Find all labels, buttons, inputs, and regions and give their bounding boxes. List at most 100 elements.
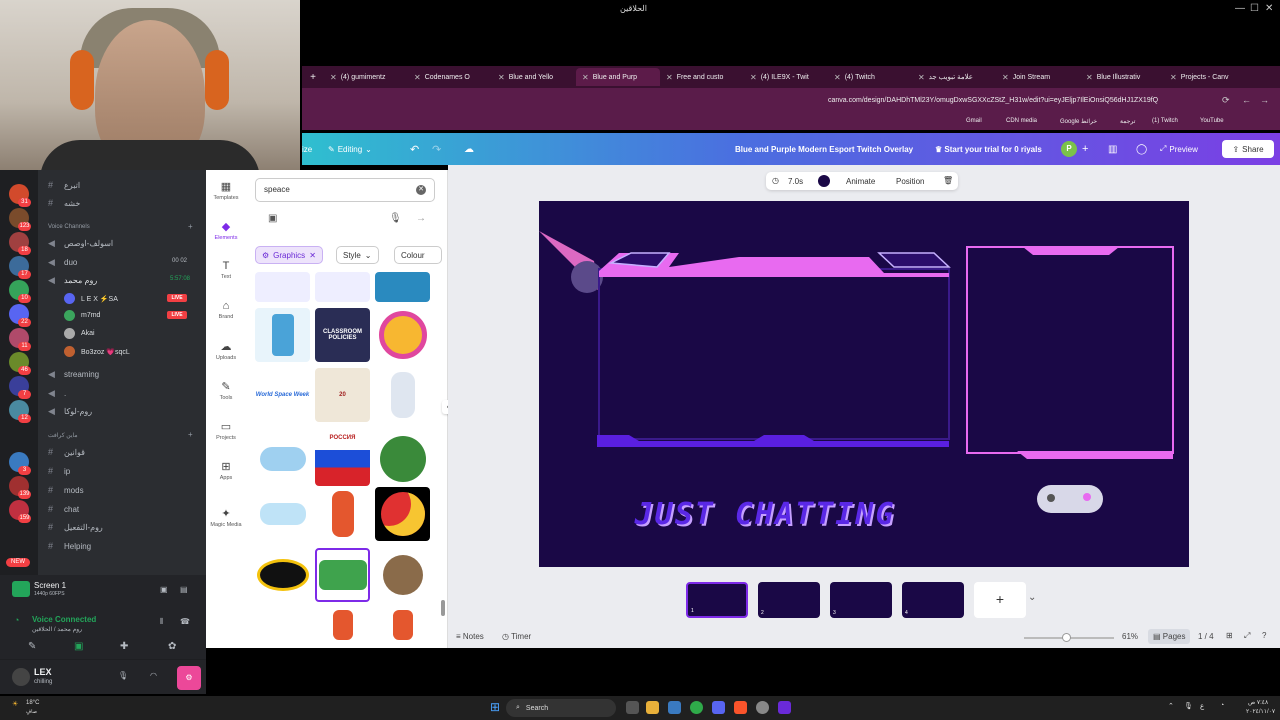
close-button[interactable]: ✕ — [1265, 3, 1273, 14]
search-input[interactable]: speace — [255, 178, 435, 202]
add-channel-icon[interactable]: + — [188, 430, 193, 439]
voice-user[interactable]: Akai — [64, 328, 95, 339]
help-icon[interactable]: ? — [1262, 631, 1266, 640]
voice-channel[interactable]: ◀. — [48, 388, 66, 399]
resize-button[interactable]: ize — [302, 141, 312, 157]
page-thumb-active[interactable]: 1 — [686, 582, 748, 618]
chevron-down-icon[interactable]: ⌄ — [1028, 592, 1036, 603]
mic-tray-icon[interactable]: 🎙 — [1184, 702, 1193, 710]
noise-icon[interactable]: ⫴ — [160, 617, 163, 627]
voice-category[interactable]: Voice Channels — [48, 224, 90, 230]
preview-button[interactable]: ⤢ Preview — [1160, 141, 1198, 157]
graphic-thumb[interactable] — [375, 487, 430, 541]
undo-icon[interactable]: ↶ — [410, 141, 419, 157]
graphic-thumb[interactable] — [255, 308, 310, 362]
file-explorer-icon[interactable] — [646, 701, 659, 714]
graphic-thumb[interactable] — [375, 272, 430, 302]
weather-temp[interactable]: 18°C — [26, 700, 39, 706]
close-tab-icon[interactable]: ✕ — [582, 73, 589, 82]
comment-icon[interactable]: ◯ — [1136, 141, 1147, 157]
close-tab-icon[interactable]: ✕ — [498, 73, 505, 82]
browser-tab[interactable]: ✕ Free and custo — [660, 68, 744, 86]
redo-icon[interactable]: ↷ — [432, 141, 441, 157]
voice-user[interactable]: L E X ⚡SA — [64, 293, 118, 304]
rail-brand[interactable]: ⌂ Brand — [206, 300, 246, 320]
wifi-icon[interactable]: ◔ — [1220, 702, 1224, 709]
text-channel[interactable]: # ip — [48, 466, 70, 476]
close-tab-icon[interactable]: ✕ — [1086, 73, 1093, 82]
close-tab-icon[interactable]: ✕ — [918, 73, 925, 82]
soundboard-icon[interactable]: ✿ — [168, 641, 176, 652]
graphic-thumb[interactable] — [255, 608, 310, 642]
browser-tab[interactable]: ✕ Join Stream — [996, 68, 1080, 86]
close-tab-icon[interactable]: ✕ — [834, 73, 841, 82]
browser-tab[interactable]: ✕ Projects - Canv — [1164, 68, 1248, 86]
discord-taskbar-icon[interactable] — [712, 701, 725, 714]
editing-dropdown[interactable]: ✎ Editing ⌄ — [328, 141, 372, 157]
avatar[interactable] — [12, 668, 30, 686]
voice-channel-active[interactable]: ◀ روم محمد — [48, 275, 97, 286]
microphone-icon[interactable]: 🎙 — [118, 671, 128, 680]
share-screen-icon[interactable]: ▣ — [74, 641, 83, 652]
graphic-thumb[interactable] — [375, 608, 430, 642]
back-icon[interactable]: ← — [1242, 95, 1251, 105]
headphones-icon[interactable]: ◠ — [150, 671, 157, 680]
close-tab-icon[interactable]: ✕ — [330, 73, 337, 82]
doc-title[interactable]: Blue and Purple Modern Esport Twitch Ove… — [735, 145, 913, 154]
reload-icon[interactable]: ⟳ — [1222, 95, 1230, 106]
store-icon[interactable] — [668, 701, 681, 714]
rail-magic-media[interactable]: ✦ Magic Media — [206, 507, 246, 528]
forward-icon[interactable]: → — [1260, 95, 1269, 105]
graphic-thumb[interactable] — [255, 548, 310, 602]
add-collaborator-icon[interactable]: + — [1082, 141, 1088, 157]
close-tab-icon[interactable]: ✕ — [1002, 73, 1009, 82]
graphic-thumb[interactable] — [255, 272, 310, 302]
submit-arrow-icon[interactable]: → — [416, 213, 426, 224]
filter-graphics[interactable]: ⚙ Graphics ✕ — [255, 246, 323, 264]
graphic-thumb[interactable] — [255, 432, 310, 486]
position-button[interactable]: Position — [896, 177, 924, 186]
voice-channel[interactable]: ◀ streaming — [48, 369, 99, 380]
animate-button[interactable]: Animate — [846, 177, 875, 186]
just-chatting-title[interactable]: JUST CHATTING — [625, 497, 905, 532]
fullscreen-icon[interactable]: ⤢ — [1244, 631, 1250, 641]
page-thumb[interactable]: 2 — [758, 582, 820, 618]
browser-tab[interactable]: ✕ (4) gumimentz — [324, 68, 408, 86]
graphic-thumb-selected[interactable] — [315, 548, 370, 602]
rail-templates[interactable]: ▦ Templates — [206, 180, 246, 201]
page-thumb[interactable]: 3 — [830, 582, 892, 618]
notes-button[interactable]: ≡ Notes — [456, 632, 484, 641]
graphic-thumb[interactable]: РОССИЯ — [315, 432, 370, 486]
url-text[interactable]: canva.com/design/DAHDhTMl23Y/omugDxwSGXX… — [828, 97, 1158, 104]
insights-icon[interactable]: ▥ — [1108, 141, 1117, 157]
zoom-slider-handle[interactable] — [1062, 633, 1071, 642]
cloud-save-icon[interactable]: ☁ — [464, 141, 474, 157]
share-button[interactable]: ⇪ Share — [1222, 140, 1274, 158]
graphic-thumb[interactable] — [255, 487, 310, 541]
graphic-thumb[interactable] — [375, 368, 430, 422]
text-channel[interactable]: # mods — [48, 485, 84, 495]
browser-tab[interactable]: ✕ Blue and Yello — [492, 68, 576, 86]
zoom-level[interactable]: 61% — [1122, 632, 1138, 641]
taskbar-search[interactable]: ⌕ Search — [506, 699, 616, 717]
rail-apps[interactable]: ⊞ Apps — [206, 460, 246, 481]
bookmark-youtube[interactable]: YouTube — [1200, 118, 1224, 124]
browser-tab-active[interactable]: ✕ Blue and Purp — [576, 68, 660, 86]
bookmark-maps[interactable]: Google خرائط — [1060, 118, 1097, 125]
close-tab-icon[interactable]: ✕ — [1170, 73, 1177, 82]
timer-button[interactable]: ◷ Timer — [502, 632, 531, 641]
bookmark-cdn[interactable]: CDN media — [1006, 118, 1037, 124]
filter-colour[interactable]: Colour — [394, 246, 442, 264]
text-category[interactable]: ماين كرافت — [48, 432, 78, 439]
text-channel[interactable]: # روم-التفعيل — [48, 522, 103, 532]
remove-filter-icon[interactable]: ✕ — [309, 251, 316, 260]
browser-tab[interactable]: ✕ (4) Twitch — [828, 68, 912, 86]
channel-item[interactable]: # اتبرع — [48, 180, 80, 190]
video-icon[interactable]: ✎ — [28, 641, 36, 652]
address-bar[interactable]: canva.com/design/DAHDhTMl23Y/omugDxwSGXX… — [302, 88, 1280, 114]
voice-channel[interactable]: ◀ duo — [48, 257, 77, 268]
voice-channel[interactable]: ◀ روم-لوكا — [48, 406, 92, 417]
trash-icon[interactable]: 🗑 — [943, 176, 953, 185]
browser-tab[interactable]: ✕ (4) ILE9X - Twit — [744, 68, 828, 86]
clock-date[interactable]: ٢٠٢٤/١١/٠٧ — [1246, 708, 1275, 715]
